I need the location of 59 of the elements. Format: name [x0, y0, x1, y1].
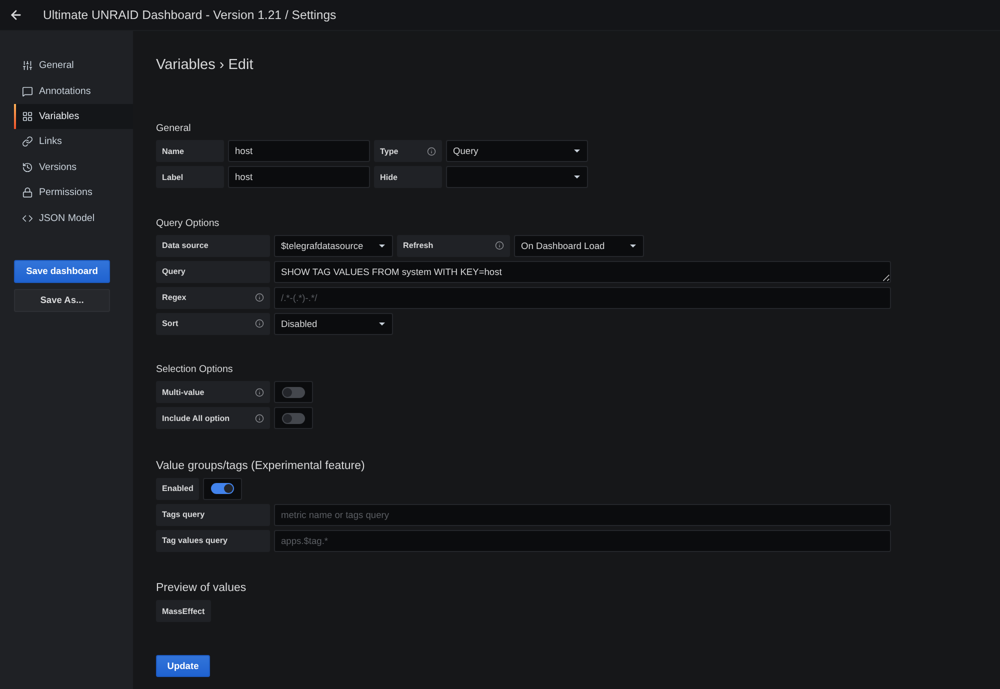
text-input[interactable]: host: [228, 166, 370, 188]
section-heading: Selection Options: [156, 363, 234, 377]
sidebar-item[interactable]: General: [14, 53, 133, 78]
sidebar-item[interactable]: Permissions: [14, 180, 133, 206]
dropdown[interactable]: On Dashboard Load: [514, 234, 644, 256]
text-input[interactable]: metric name or tags query: [274, 504, 891, 526]
sliders-icon: [22, 60, 33, 72]
dropdown[interactable]: $telegrafdatasource: [274, 234, 393, 256]
label-text: Enabled: [162, 484, 194, 493]
caret-icon: [574, 175, 580, 179]
label-text: Include All option: [162, 414, 230, 422]
caret-icon: [574, 149, 580, 153]
caret-icon: [379, 322, 385, 326]
dropdown[interactable]: Query: [446, 140, 588, 162]
dropdown[interactable]: [446, 166, 588, 188]
text-input[interactable]: host: [228, 140, 370, 162]
toggle-switch[interactable]: [274, 407, 313, 429]
text-input[interactable]: apps.$tag.*: [274, 530, 891, 552]
label-text: Multi-value: [162, 388, 204, 396]
secondary-button[interactable]: Save As...: [14, 288, 110, 312]
link-icon: [22, 136, 33, 148]
section-heading: Value groups/tags (Experimental feature): [156, 458, 366, 474]
sidebar-item[interactable]: Links: [14, 129, 133, 155]
caret-icon: [379, 244, 385, 248]
header-title: Ultimate UNRAID Dashboard - Version 1.21 / Settings: [43, 8, 336, 22]
label-text: Tags query: [162, 510, 205, 519]
text-input[interactable]: /.*-(.*)-.*/: [274, 286, 891, 308]
sidebar-item[interactable]: Annotations: [14, 78, 133, 104]
primary-button[interactable]: Save dashboard: [14, 260, 110, 283]
preview-value: MassEffect: [156, 600, 211, 622]
lock-icon: [22, 187, 33, 198]
dropdown[interactable]: Disabled: [274, 312, 393, 334]
section-heading: General: [156, 122, 192, 136]
label-text: Data source: [162, 241, 208, 250]
back-button[interactable]: [9, 8, 23, 22]
label-text: Label: [162, 172, 184, 182]
code-icon: [22, 212, 33, 224]
sidebar-item[interactable]: Versions: [14, 154, 133, 180]
label-text: Query: [162, 267, 186, 276]
update-button[interactable]: Update: [156, 655, 210, 677]
label-text: Name: [162, 146, 184, 156]
label-text: Refresh: [403, 241, 434, 250]
query-textarea[interactable]: SHOW TAG VALUES FROM system WITH KEY=host: [274, 260, 891, 282]
history-icon: [22, 162, 33, 173]
toggle-switch[interactable]: [274, 381, 313, 403]
caret-icon: [630, 244, 636, 248]
grid-icon: [22, 110, 33, 122]
speech-bubble-icon: [22, 86, 33, 97]
sidebar-item[interactable]: Variables: [14, 104, 133, 130]
label-text: Hide: [380, 172, 398, 182]
label-text: Tag values query: [162, 536, 228, 545]
section-heading: Preview of values: [156, 581, 248, 596]
label-text: Type: [380, 146, 398, 156]
sidebar-item[interactable]: JSON Model: [14, 205, 133, 231]
label-text: Sort: [162, 319, 178, 328]
page-title: Variables › Edit: [156, 56, 254, 75]
section-heading: Query Options: [156, 216, 220, 230]
toggle-switch[interactable]: [203, 478, 242, 500]
label-text: Regex: [162, 293, 186, 302]
